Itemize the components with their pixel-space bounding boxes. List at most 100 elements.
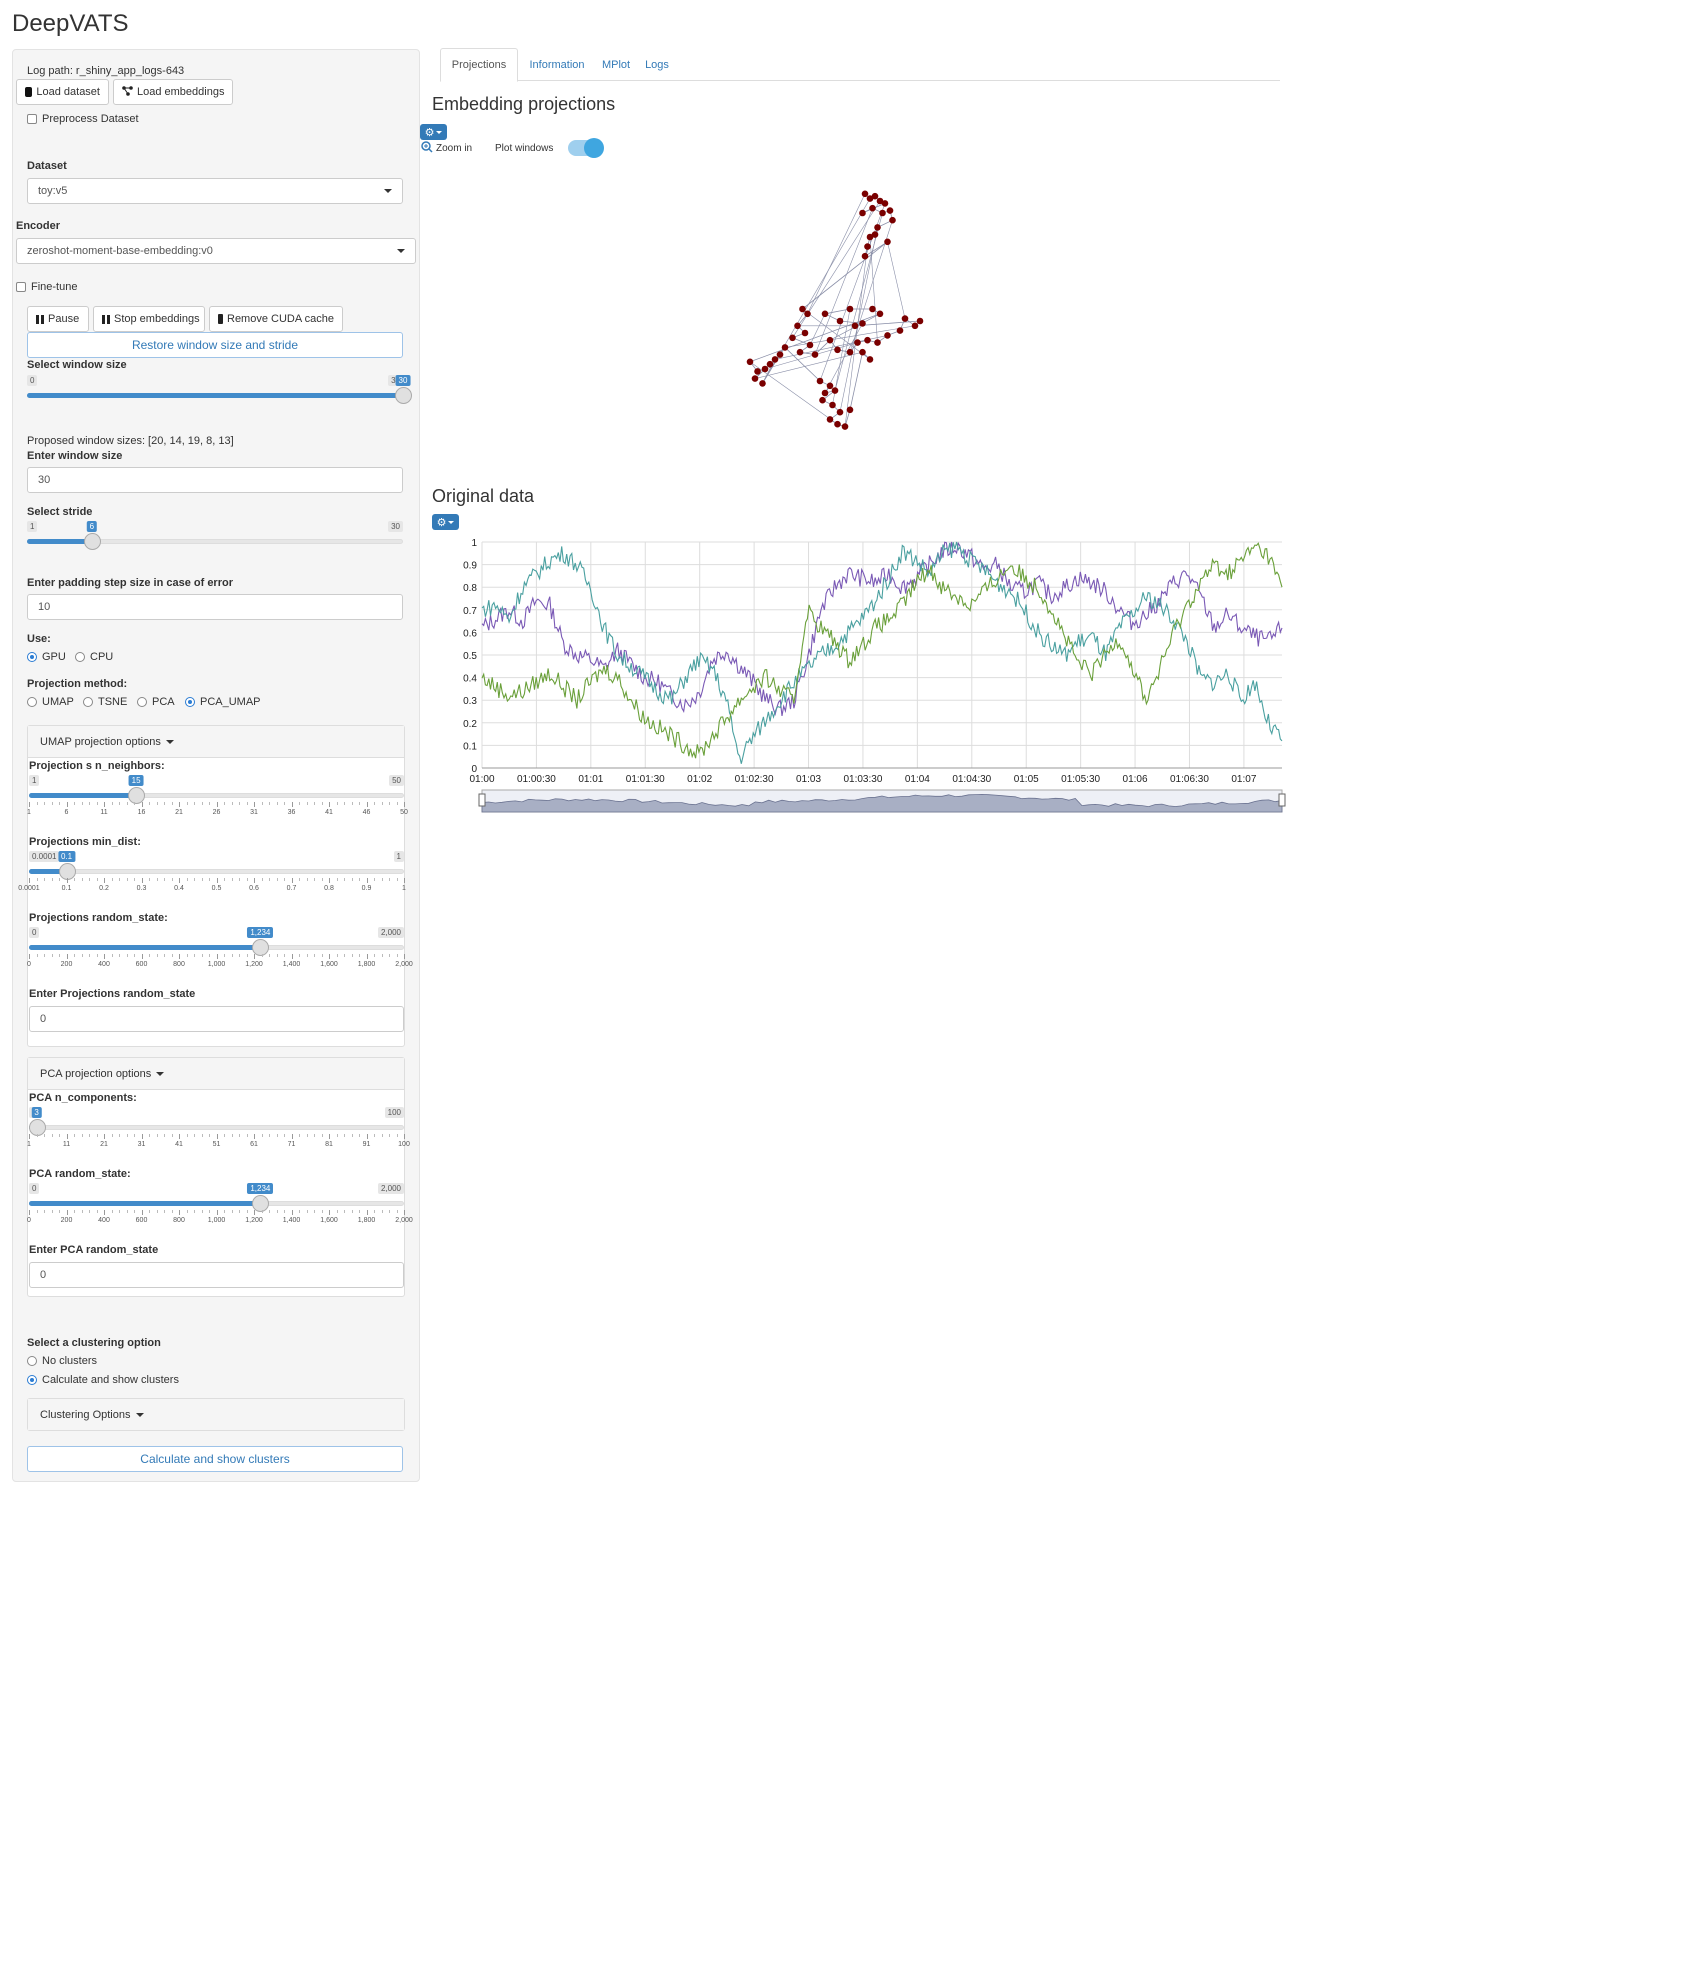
projection-point[interactable] [841,423,849,430]
projection-point[interactable] [866,233,874,241]
load-dataset-button[interactable]: Load dataset [16,79,109,105]
tab-mplot[interactable]: MPlot [596,48,636,81]
proj-pca-umap-radio[interactable]: PCA_UMAP [185,696,261,708]
projection-point[interactable] [754,368,761,375]
projection-point[interactable] [811,351,819,358]
projection-point[interactable] [771,356,779,363]
calc-clusters-radio[interactable]: Calculate and show clusters [27,1374,179,1386]
zoom-in-control[interactable]: Zoom in [421,141,472,156]
projection-point[interactable] [751,375,759,382]
clustering-options-toggle[interactable]: Clustering Options [28,1399,404,1430]
projection-point[interactable] [836,408,844,416]
projection-point[interactable] [879,209,886,217]
pca-random-state-slider[interactable]: 0 2,000 1,234 0 200 400 600 800 1,000 1,200 1,400 1… [27,1182,413,1224]
projection-point[interactable] [916,317,924,325]
dataset-select[interactable]: toy:v5 [27,178,403,204]
finetune-checkbox[interactable]: Fine-tune [16,281,77,293]
projection-point[interactable] [861,190,869,198]
min-dist-slider[interactable]: 0.0001 1 0.1 0.0001 0.1 0.2 0.3 0.4 0.5 0.6 0.7 0.8… [18,850,406,892]
stop-embeddings-button[interactable]: Stop embeddings [93,306,205,332]
calculate-clusters-button[interactable]: Calculate and show clusters [27,1446,403,1472]
pause-button[interactable]: Pause [27,306,89,332]
tab-logs[interactable]: Logs [640,48,674,81]
projection-point[interactable] [761,365,769,373]
projection-point[interactable] [889,216,896,224]
use-gpu-radio[interactable]: GPU [27,651,66,663]
umap-random-state-input[interactable]: 0 [29,1006,404,1032]
projection-point[interactable] [806,341,814,349]
umap-options-toggle[interactable]: UMAP projection options [28,726,404,758]
projection-point[interactable] [759,380,766,387]
range-selector[interactable] [478,789,1286,813]
projection-point[interactable] [884,238,891,246]
projection-point[interactable] [766,360,774,368]
projection-point[interactable] [874,224,881,231]
projection-point[interactable] [799,305,806,313]
projection-point[interactable] [826,416,834,423]
projection-point[interactable] [834,346,841,354]
restore-window-button[interactable]: Restore window size and stride [27,332,403,358]
projection-point[interactable] [831,387,839,394]
slider-handle[interactable] [83,533,101,550]
projection-point[interactable] [829,401,836,409]
projection-point[interactable] [821,389,829,397]
projection-point[interactable] [801,329,809,337]
stride-slider[interactable]: 1 30 6 [27,520,403,560]
projection-point[interactable] [901,315,909,322]
projection-point[interactable] [896,327,904,334]
projection-point[interactable] [911,322,919,330]
projection-point[interactable] [836,317,844,325]
projection-point[interactable] [804,310,811,318]
projection-point[interactable] [881,200,889,207]
no-clusters-radio[interactable]: No clusters [27,1355,97,1367]
projection-point[interactable] [851,322,859,330]
encoder-select[interactable]: zeroshot-moment-base-embedding:v0 [16,238,416,264]
projection-point[interactable] [859,348,866,356]
original-data-chart[interactable]: 00.10.20.30.40.50.60.70.80.9101:00 01:00:… [440,525,1300,845]
projection-point[interactable] [871,192,879,200]
projection-point[interactable] [859,209,866,217]
projection-point[interactable] [846,305,854,313]
projection-point[interactable] [864,336,871,344]
pca-components-slider[interactable]: 110031112131415161718191100 [27,1106,410,1148]
projection-point[interactable] [854,339,861,346]
proj-pca-radio[interactable]: PCA [137,696,175,708]
projection-point[interactable] [874,339,881,346]
preprocess-checkbox[interactable]: Preprocess Dataset [27,113,139,125]
projection-point[interactable] [746,358,754,366]
load-embeddings-button[interactable]: Load embeddings [113,79,233,105]
window-size-slider[interactable]: 03030 [27,374,412,414]
projection-point[interactable] [876,310,884,318]
tab-information[interactable]: Information [522,48,592,81]
projection-point[interactable] [846,406,854,414]
proj-tsne-radio[interactable]: TSNE [83,696,127,708]
slider-handle[interactable] [395,387,412,404]
projection-point[interactable] [886,207,894,214]
projection-point[interactable] [796,348,804,356]
umap-random-state-slider[interactable]: 0 2,000 1,234 0 200 400 600 800 1,000 1,200 1,400 1… [27,926,413,968]
neighbors-slider[interactable]: 1 50 15 1 6 11 16 21 26 31 36 41 46 50 [27,774,408,816]
proj-umap-radio[interactable]: UMAP [27,696,74,708]
projection-point[interactable] [826,336,834,344]
projection-point[interactable] [826,382,834,390]
padding-input[interactable]: 10 [27,594,403,620]
projection-point[interactable] [794,322,801,330]
projection-point[interactable] [834,420,841,428]
projection-point[interactable] [846,348,854,356]
projection-point[interactable] [869,305,876,313]
projection-point[interactable] [866,356,874,363]
plot-windows-toggle[interactable] [568,138,604,158]
range-handle-right[interactable] [1278,793,1286,807]
projection-point[interactable] [869,204,876,212]
range-handle-left[interactable] [478,793,486,807]
projection-point[interactable] [859,320,866,327]
window-size-input[interactable]: 30 [27,467,403,493]
embedding-scatter-plot[interactable] [700,165,1000,465]
tab-projections[interactable]: Projections [440,48,518,82]
projection-point[interactable] [864,243,871,250]
projection-point[interactable] [781,344,789,351]
projection-point[interactable] [819,396,826,404]
projection-point[interactable] [776,351,784,358]
pca-random-state-input[interactable]: 0 [29,1262,404,1288]
projection-settings-button[interactable]: ⚙ [420,124,447,140]
